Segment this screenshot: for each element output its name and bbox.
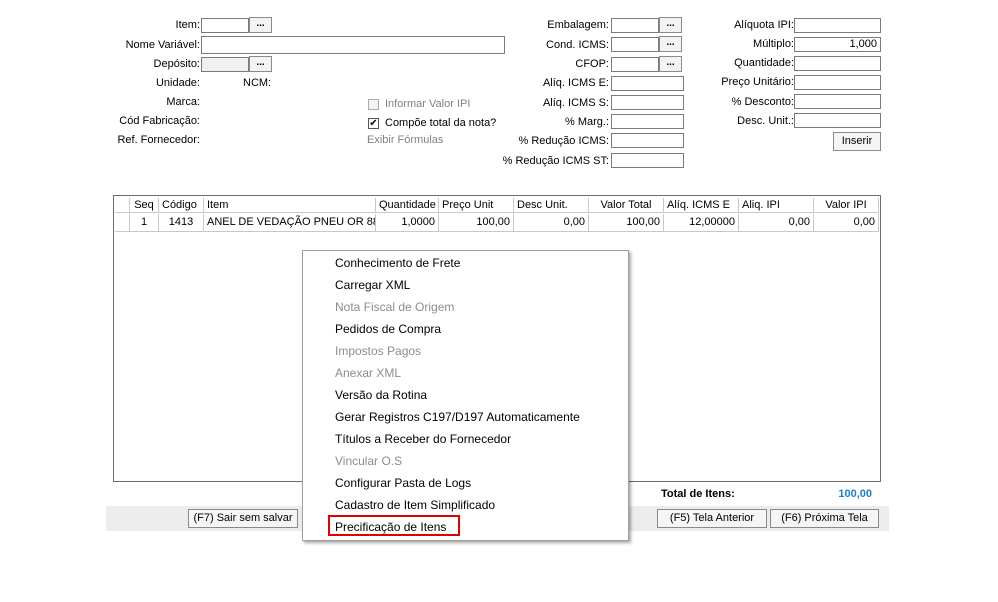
aliq-icms-s-label: Alíq. ICMS S: [542, 97, 609, 109]
grid-header-item[interactable]: Item [204, 198, 376, 213]
menu-item-titulos-a-receber[interactable]: Títulos a Receber do Fornecedor [335, 429, 511, 449]
informar-valor-ipi-checkbox[interactable] [368, 99, 379, 110]
cond-icms-input[interactable] [611, 37, 659, 52]
grid-header-codigo[interactable]: Código [159, 198, 204, 213]
proxima-tela-button[interactable]: (F6) Próxima Tela [770, 509, 879, 528]
menu-item-gerar-registros[interactable]: Gerar Registros C197/D197 Automaticament… [335, 407, 580, 427]
cell-codigo: 1413 [159, 214, 204, 232]
cell-valor-ipi: 0,00 [814, 214, 879, 232]
nome-variavel-input[interactable] [201, 36, 505, 54]
menu-item-configurar-pasta-de-logs[interactable]: Configurar Pasta de Logs [335, 473, 471, 493]
menu-item-carregar-xml[interactable]: Carregar XML [335, 275, 410, 295]
desc-unit-label: Desc. Unit.: [737, 115, 794, 127]
cell-seq: 1 [130, 214, 159, 232]
cell-aliq-ipi: 0,00 [739, 214, 814, 232]
cell-valor-total: 100,00 [589, 214, 664, 232]
quantidade-label: Quantidade: [734, 57, 794, 69]
item-lookup-button[interactable]: ... [249, 17, 272, 33]
reducao-icms-label: % Redução ICMS: [518, 135, 609, 147]
cell-item: ANEL DE VEDAÇÃO PNEU OR 88T [204, 214, 376, 232]
cell-quantidade: 1,0000 [376, 214, 439, 232]
unidade-label: Unidade: [155, 77, 200, 89]
embalagem-input[interactable] [611, 18, 659, 33]
menu-item-cadastro-de-item-simplificado[interactable]: Cadastro de Item Simplificado [335, 495, 495, 515]
preco-unitario-input[interactable] [794, 75, 881, 90]
menu-item-versao-da-rotina[interactable]: Versão da Rotina [335, 385, 427, 405]
total-itens-label: Total de Itens: [661, 488, 735, 500]
marg-input[interactable] [611, 114, 684, 129]
cell-aliq-icms-e: 12,00000 [664, 214, 739, 232]
quantidade-input[interactable] [794, 56, 881, 71]
total-itens-value: 100,00 [838, 488, 872, 500]
checkmark-icon: ✔ [369, 118, 378, 129]
highlight-box [328, 515, 460, 536]
grid-header-preco-unit[interactable]: Preço Unit [439, 198, 514, 213]
cond-icms-label: Cond. ICMS: [546, 39, 609, 51]
aliq-icms-e-input[interactable] [611, 76, 684, 91]
embalagem-lookup-button[interactable]: ... [659, 17, 682, 33]
grid-header-quantidade[interactable]: Quantidade [376, 198, 439, 213]
deposito-label: Depósito: [153, 58, 200, 70]
aliquota-ipi-input[interactable] [794, 18, 881, 33]
cfop-label: CFOP: [575, 58, 609, 70]
ncm-label: NCM: [243, 77, 272, 89]
cell-desc-unit: 0,00 [514, 214, 589, 232]
cfop-input[interactable] [611, 57, 659, 72]
menu-item-pedidos-de-compra[interactable]: Pedidos de Compra [335, 319, 441, 339]
reducao-icms-st-label: % Redução ICMS ST: [502, 155, 609, 167]
item-label: Item: [175, 19, 200, 31]
deposito-input[interactable] [201, 57, 249, 72]
menu-item-conhecimento-de-frete[interactable]: Conhecimento de Frete [335, 253, 460, 273]
grid-header-seq[interactable]: Seq [130, 198, 159, 213]
row-indicator [115, 214, 130, 232]
context-menu: Conhecimento de Frete Carregar XML Nota … [302, 250, 629, 541]
grid-header-desc-unit[interactable]: Desc Unit. [514, 198, 589, 213]
grid-header-valor-total[interactable]: Valor Total [589, 198, 664, 213]
aliq-icms-s-input[interactable] [611, 95, 684, 110]
menu-item-impostos-pagos: Impostos Pagos [335, 344, 422, 358]
reducao-icms-input[interactable] [611, 133, 684, 148]
compoe-total-label: Compõe total da nota? [385, 117, 497, 129]
cfop-lookup-button[interactable]: ... [659, 56, 682, 72]
deposito-lookup-button[interactable]: ... [249, 56, 272, 72]
multiplo-label: Múltiplo: [753, 38, 794, 50]
aliq-icms-e-label: Alíq. ICMS E: [542, 77, 609, 89]
multiplo-input[interactable]: 1,000 [794, 37, 881, 52]
desconto-input[interactable] [794, 94, 881, 109]
informar-valor-ipi-label: Informar Valor IPI [385, 98, 471, 110]
item-code-input[interactable] [201, 18, 249, 33]
grid-header-aliq-icms-e[interactable]: Alíq. ICMS E [664, 198, 739, 213]
menu-item-vincular-os: Vincular O.S [335, 454, 403, 468]
tela-anterior-button[interactable]: (F5) Tela Anterior [657, 509, 767, 528]
inserir-button[interactable]: Inserir [833, 132, 881, 151]
marg-label: % Marg.: [564, 116, 609, 128]
cod-fabricacao-label: Cód Fabricação: [119, 115, 200, 127]
nome-variavel-label: Nome Variável: [125, 39, 200, 51]
sair-sem-salvar-button[interactable]: (F7) Sair sem salvar [188, 509, 298, 528]
reducao-icms-st-input[interactable] [611, 153, 684, 168]
cell-preco-unit: 100,00 [439, 214, 514, 232]
desc-unit-input[interactable] [794, 113, 881, 128]
marca-label: Marca: [166, 96, 200, 108]
menu-item-nota-fiscal-de-origem: Nota Fiscal de Origem [335, 300, 455, 314]
cond-icms-lookup-button[interactable]: ... [659, 36, 682, 52]
desconto-label: % Desconto: [731, 96, 794, 108]
exibir-formulas-link[interactable]: Exibir Fórmulas [367, 134, 443, 146]
grid-header-aliq-ipi[interactable]: Aliq. IPI [739, 198, 814, 213]
ref-fornecedor-label: Ref. Fornecedor: [117, 134, 200, 146]
grid-header-valor-ipi[interactable]: Valor IPI [814, 198, 879, 213]
preco-unitario-label: Preço Unitário: [721, 76, 794, 88]
compoe-total-checkbox[interactable]: ✔ [368, 118, 379, 129]
menu-item-anexar-xml: Anexar XML [335, 366, 402, 380]
grid-header-indicator [115, 198, 130, 213]
embalagem-label: Embalagem: [547, 19, 609, 31]
aliquota-ipi-label: Alíquota IPI: [734, 19, 794, 31]
